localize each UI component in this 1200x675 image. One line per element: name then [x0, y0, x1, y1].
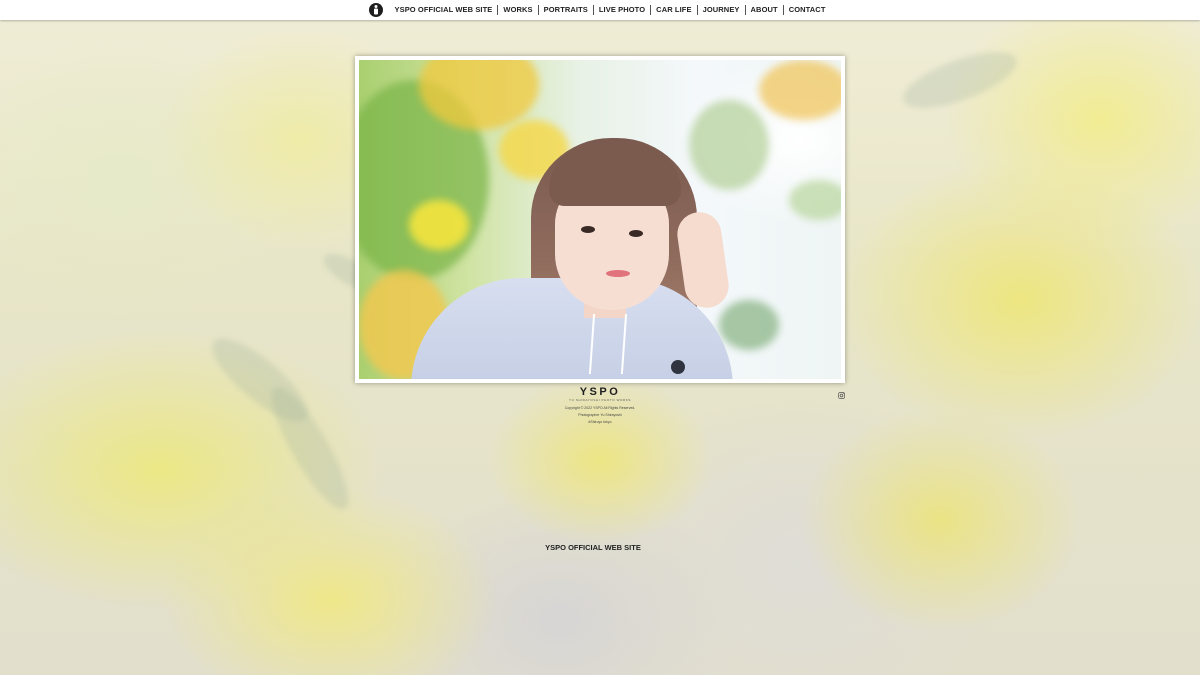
nav-link-contact[interactable]: CONTACT [784, 5, 831, 15]
nav-link-portraits[interactable]: PORTRAITS [539, 5, 594, 15]
nav-link-live-photo[interactable]: LIVE PHOTO [594, 5, 652, 15]
photographer-line: Photographer Yu Shirayoshi [578, 413, 622, 418]
main-nav: YSPO OFFICIAL WEB SITE WORKS PORTRAITS L… [389, 5, 830, 15]
nav-link-home[interactable]: YSPO OFFICIAL WEB SITE [389, 5, 499, 15]
hero-photo-frame [355, 56, 845, 383]
instagram-icon[interactable] [838, 386, 845, 399]
footer-brand-subtitle: YU SHIRAYOSHI PHOTO WORKS [569, 398, 631, 402]
nav-link-car-life[interactable]: CAR LIFE [651, 5, 698, 15]
top-navigation-bar: YSPO OFFICIAL WEB SITE WORKS PORTRAITS L… [0, 0, 1200, 20]
nav-link-journey[interactable]: JOURNEY [698, 5, 746, 15]
hero-portrait-photo[interactable] [359, 60, 841, 379]
camera-lens-logo-icon[interactable] [369, 3, 384, 17]
nav-link-about[interactable]: ABOUT [746, 5, 784, 15]
hashtag-text: #Shiroyo tokyo [588, 420, 612, 425]
copyright-line: Copyright © 2022 YSPO All Rights Reserve… [564, 406, 636, 410]
site-footer: YSPO YU SHIRAYOSHI PHOTO WORKS Copyright… [540, 386, 660, 425]
nav-link-works[interactable]: WORKS [498, 5, 539, 15]
site-caption: YSPO OFFICIAL WEB SITE [545, 543, 641, 552]
footer-brand-logo[interactable]: YSPO [540, 386, 660, 398]
